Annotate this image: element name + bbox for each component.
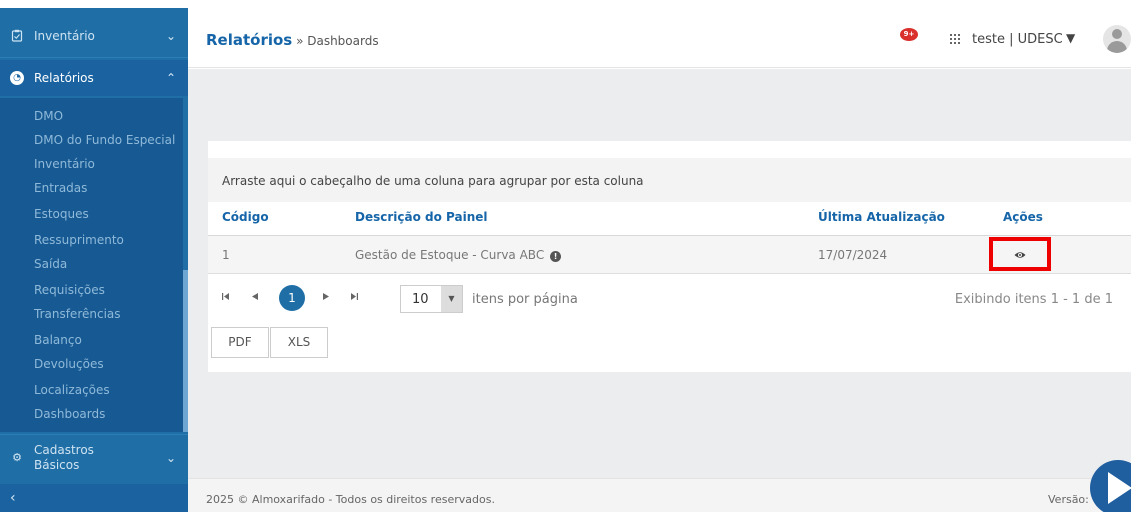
submenu-item-devolucoes[interactable]: Devoluções [34, 354, 104, 374]
breadcrumb: » Dashboards [292, 34, 379, 48]
avatar-body [1107, 41, 1127, 53]
main-content: Arraste aqui o cabeçalho de uma coluna p… [188, 69, 1131, 478]
table-row[interactable]: 1 Gestão de Estoque - Curva ABC ! 17/07/… [208, 236, 1131, 274]
submenu-item-transferencias[interactable]: Transferências [34, 304, 121, 324]
grid-icon[interactable] [950, 34, 960, 47]
submenu-item-balanco[interactable]: Balanço [34, 330, 82, 350]
page-size-select[interactable]: 10 ▼ [400, 285, 463, 313]
gear-icon: ⚙ [12, 451, 22, 464]
label-line-2: Básicos [34, 457, 80, 472]
notifications-button[interactable]: 9+ [900, 28, 918, 44]
submenu-item-ressuprimento[interactable]: Ressuprimento [34, 230, 124, 250]
chevron-down-icon: ⌄ [165, 450, 176, 465]
sidebar-item-inventario[interactable]: Inventário ⌄ [0, 14, 188, 58]
last-page-icon[interactable] [351, 293, 358, 303]
sidebar-collapse-button[interactable]: ‹ [0, 484, 188, 512]
submenu-item-saida[interactable]: Saída [34, 254, 67, 274]
pager-info: Exibindo itens 1 - 1 de 1 [954, 292, 1113, 307]
caret-down-icon[interactable]: ▼ [1066, 31, 1075, 45]
first-page-icon[interactable] [222, 293, 229, 303]
page-size-label: itens por página [472, 292, 578, 307]
pie-chart-icon: ◔ [10, 71, 24, 85]
view-dashboard-button[interactable] [989, 237, 1051, 271]
page-title: Relatórios » Dashboards [206, 31, 379, 49]
user-menu[interactable]: teste | UDESC [972, 32, 1063, 47]
sidebar-item-cadastros-basicos[interactable]: ⚙ Cadastros Básicos ⌄ [0, 434, 188, 480]
clipboard-icon [10, 29, 24, 43]
dashboards-grid: Arraste aqui o cabeçalho de uma coluna p… [208, 141, 1131, 372]
avatar-head [1112, 29, 1122, 39]
submenu-item-entradas[interactable]: Entradas [34, 178, 87, 198]
play-icon [1108, 472, 1131, 504]
submenu-item-requisicoes[interactable]: Requisições [34, 280, 105, 300]
label-line-1: Cadastros [34, 442, 94, 457]
submenu-item-estoques[interactable]: Estoques [34, 204, 89, 224]
eye-icon [1014, 249, 1026, 262]
page-size-value: 10 [412, 292, 429, 307]
cell-codigo: 1 [222, 248, 230, 262]
submenu-item-inventario[interactable]: Inventário [34, 154, 95, 174]
chevron-down-icon: ⌄ [165, 28, 176, 43]
page-title-text: Relatórios [206, 31, 293, 49]
next-page-icon[interactable] [323, 293, 329, 303]
column-header-descricao[interactable]: Descrição do Painel [355, 210, 488, 224]
export-pdf-button[interactable]: PDF [211, 327, 269, 358]
pager: 1 10 ▼ itens por página Exibindo itens 1… [208, 284, 1131, 318]
sidebar-item-label: Cadastros Básicos [34, 443, 94, 473]
avatar[interactable] [1103, 25, 1131, 53]
chevron-up-icon: ⌃ [165, 71, 176, 85]
dropdown-arrow-icon: ▼ [441, 286, 462, 312]
top-header: Relatórios » Dashboards 9+ teste | UDESC… [188, 8, 1131, 68]
sidebar-top-strip [0, 0, 188, 8]
submenu-item-dmo-fundo-especial[interactable]: DMO do Fundo Especial [34, 130, 175, 150]
cell-descricao: Gestão de Estoque - Curva ABC ! [355, 248, 562, 262]
info-icon[interactable]: ! [550, 251, 562, 262]
column-header-codigo[interactable]: Código [222, 210, 269, 224]
sidebar-item-label: Relatórios [34, 71, 94, 85]
relatorios-submenu: DMO DMO do Fundo Especial Inventário Ent… [0, 98, 183, 432]
submenu-item-localizacoes[interactable]: Localizações [34, 380, 110, 400]
sidebar: Inventário ⌄ ◔ Relatórios ⌃ DMO DMO do F… [0, 0, 188, 512]
footer-copyright: 2025 © Almoxarifado - Todos os direitos … [206, 493, 495, 506]
cell-atualizacao: 17/07/2024 [818, 248, 888, 262]
submenu-item-dashboards[interactable]: Dashboards [34, 404, 105, 424]
submenu-item-dmo[interactable]: DMO [34, 106, 63, 126]
sidebar-item-label: Inventário [34, 28, 95, 43]
column-header-acoes: Ações [1003, 210, 1043, 224]
sidebar-item-relatorios[interactable]: ◔ Relatórios ⌃ [0, 60, 188, 96]
prev-page-icon[interactable] [252, 293, 258, 303]
group-drop-area[interactable]: Arraste aqui o cabeçalho de uma coluna p… [208, 158, 1131, 202]
column-header-atualizacao[interactable]: Última Atualização [818, 210, 945, 224]
export-xls-button[interactable]: XLS [270, 327, 328, 358]
cell-descricao-text: Gestão de Estoque - Curva ABC [355, 248, 545, 262]
footer-version: Versão: [1048, 493, 1089, 506]
group-hint: Arraste aqui o cabeçalho de uma coluna p… [222, 174, 644, 188]
current-page[interactable]: 1 [279, 285, 305, 311]
notification-badge: 9+ [900, 28, 918, 41]
footer: 2025 © Almoxarifado - Todos os direitos … [188, 478, 1131, 512]
